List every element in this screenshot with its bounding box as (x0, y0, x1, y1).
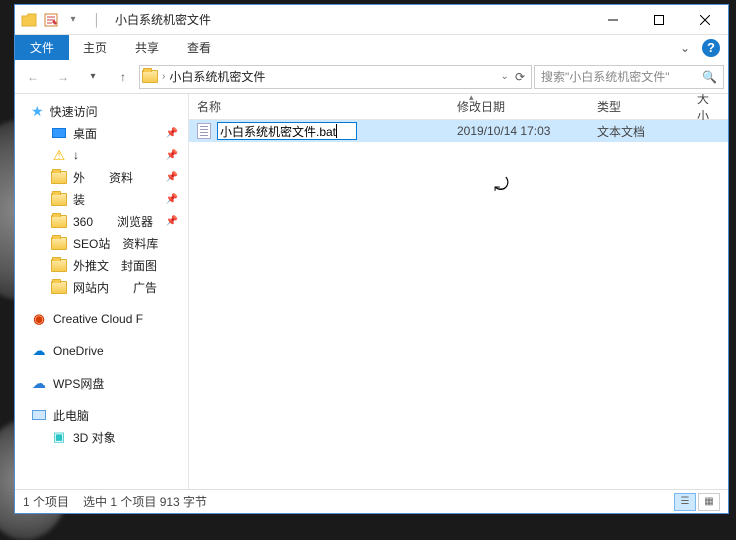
sidebar-item-desktop[interactable]: 桌面📌 (15, 122, 188, 144)
sidebar-item[interactable]: 装 📌 (15, 188, 188, 210)
maximize-button[interactable] (636, 5, 682, 35)
pin-icon: 📌 (166, 194, 178, 205)
tab-view[interactable]: 查看 (173, 35, 225, 60)
sidebar-item[interactable]: 360 浏览器📌 (15, 210, 188, 232)
close-button[interactable] (682, 5, 728, 35)
sidebar-item[interactable]: 网站内 广告 (15, 276, 188, 298)
pin-icon: 📌 (166, 128, 178, 139)
folder-icon (51, 235, 67, 251)
chevron-right-icon[interactable]: › (162, 71, 165, 82)
cube-icon: ▣ (51, 429, 67, 445)
breadcrumb[interactable]: 小白系统机密文件 (169, 68, 265, 85)
column-size[interactable]: 大小 (689, 94, 728, 119)
view-details-button[interactable]: ☰ (674, 493, 696, 511)
window-title: 小白系统机密文件 (115, 11, 590, 28)
status-selection: 选中 1 个项目 913 字节 (83, 493, 207, 510)
file-list-pane: 名称 ▴ 修改日期 类型 大小 小白系统机密文件.bat 2019/10/14 … (189, 94, 728, 489)
sidebar-item-this-pc[interactable]: 此电脑 (15, 404, 188, 426)
titlebar: ▾ │ 小白系统机密文件 (15, 5, 728, 35)
column-type[interactable]: 类型 (589, 94, 689, 119)
folder-icon (142, 69, 158, 85)
file-date: 2019/10/14 17:03 (449, 124, 589, 138)
sidebar-item-creative-cloud[interactable]: ◉Creative Cloud F (15, 308, 188, 330)
folder-icon (51, 257, 67, 273)
sidebar-item-3d[interactable]: ▣3D 对象 (15, 426, 188, 448)
sidebar-item[interactable]: SEO站 资料库 (15, 232, 188, 254)
up-button[interactable]: ↑ (109, 64, 137, 90)
expand-ribbon-icon[interactable]: ⌄ (680, 41, 690, 55)
pin-icon: 📌 (166, 216, 178, 227)
sidebar-item-onedrive[interactable]: ☁OneDrive (15, 340, 188, 362)
file-type: 文本文档 (589, 123, 689, 140)
status-count: 1 个项目 (23, 493, 69, 510)
recent-dropdown-icon[interactable]: ▾ (79, 64, 107, 90)
tab-home[interactable]: 主页 (69, 35, 121, 60)
folder-icon (19, 10, 39, 30)
tab-file[interactable]: 文件 (15, 35, 69, 60)
address-row: ← → ▾ ↑ › 小白系统机密文件 ⌄ ⟳ 搜索"小白系统机密文件" 🔍 (15, 60, 728, 94)
refresh-icon[interactable]: ⟳ (515, 70, 525, 84)
tab-share[interactable]: 共享 (121, 35, 173, 60)
status-bar: 1 个项目 选中 1 个项目 913 字节 ☰ ▦ (15, 489, 728, 513)
view-icons-button[interactable]: ▦ (698, 493, 720, 511)
explorer-window: ▾ │ 小白系统机密文件 文件 主页 共享 查看 ⌄ ? ← → ▾ ↑ › 小… (14, 4, 729, 514)
warning-icon: ⚠ (51, 147, 67, 163)
sidebar-item-warn[interactable]: ⚠↓📌 (15, 144, 188, 166)
folder-icon (51, 169, 67, 185)
address-bar[interactable]: › 小白系统机密文件 ⌄ ⟳ (139, 65, 532, 89)
column-name[interactable]: 名称 (189, 94, 449, 119)
onedrive-icon: ☁ (31, 343, 47, 359)
sidebar-item[interactable]: 外 资料📌 (15, 166, 188, 188)
folder-icon (51, 279, 67, 295)
forward-button[interactable]: → (49, 64, 77, 90)
rename-input[interactable]: 小白系统机密文件.bat (217, 122, 357, 140)
search-input[interactable]: 搜索"小白系统机密文件" 🔍 (534, 65, 724, 89)
ribbon-tabs: 文件 主页 共享 查看 ⌄ ? (15, 35, 728, 60)
column-headers: 名称 ▴ 修改日期 类型 大小 (189, 94, 728, 120)
pin-icon: 📌 (166, 172, 178, 183)
file-list[interactable]: 小白系统机密文件.bat 2019/10/14 17:03 文本文档 ⤾ (189, 120, 728, 489)
star-icon: ★ (31, 103, 44, 120)
back-button[interactable]: ← (19, 64, 47, 90)
file-row[interactable]: 小白系统机密文件.bat 2019/10/14 17:03 文本文档 (189, 120, 728, 142)
text-file-icon (197, 123, 211, 139)
creative-cloud-icon: ◉ (31, 311, 47, 327)
sidebar-item-quick-access[interactable]: ★快速访问 (15, 100, 188, 122)
pin-icon: 📌 (166, 150, 178, 161)
help-icon[interactable]: ? (702, 39, 720, 57)
search-icon[interactable]: 🔍 (702, 70, 717, 84)
cursor-icon: ⤾ (494, 175, 509, 196)
sidebar-item[interactable]: 外推文 封面图 (15, 254, 188, 276)
cloud-icon: ☁ (31, 375, 47, 391)
address-dropdown-icon[interactable]: ⌄ (501, 71, 509, 82)
navigation-pane[interactable]: ★快速访问 桌面📌 ⚠↓📌 外 资料📌 装 📌 360 浏览器📌 SEO站 资料… (15, 94, 189, 489)
folder-icon (51, 191, 67, 207)
desktop-icon (51, 125, 67, 141)
qat-dropdown-icon[interactable]: ▾ (63, 10, 83, 30)
quick-access-toolbar: ▾ (15, 10, 87, 30)
properties-icon[interactable] (41, 10, 61, 30)
folder-icon (51, 213, 67, 229)
pc-icon (31, 407, 47, 423)
sidebar-item-wps[interactable]: ☁WPS网盘 (15, 372, 188, 394)
sort-indicator-icon: ▴ (469, 94, 474, 103)
search-placeholder: 搜索"小白系统机密文件" (541, 68, 670, 85)
minimize-button[interactable] (590, 5, 636, 35)
